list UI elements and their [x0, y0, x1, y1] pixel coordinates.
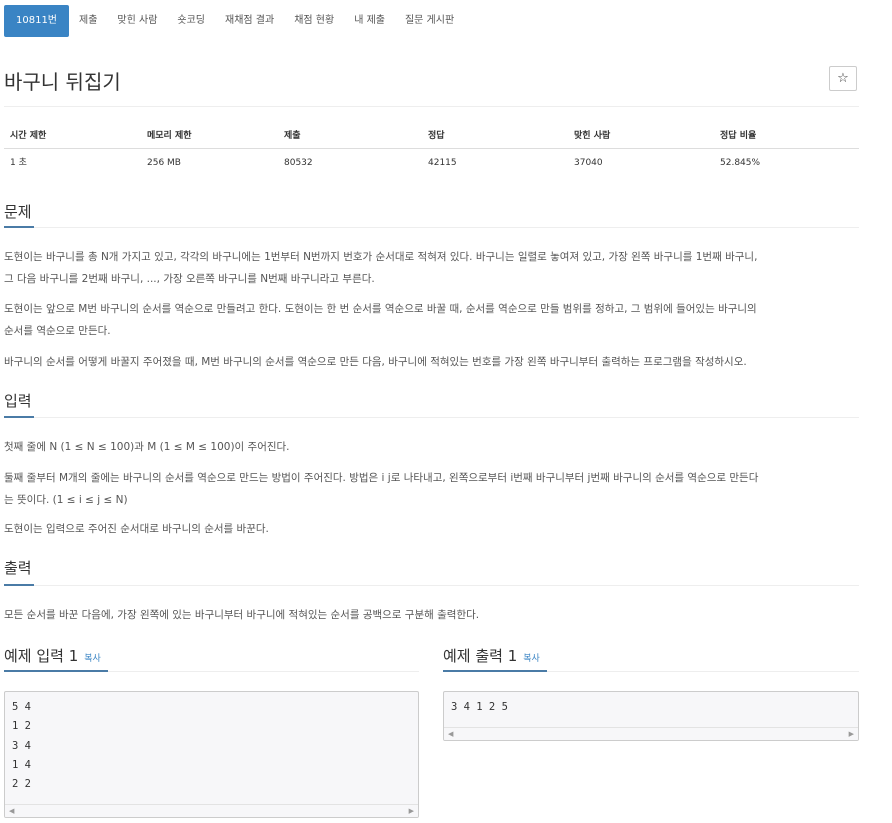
header-submissions: 제출	[284, 131, 301, 141]
header-memory-limit: 메모리 제한	[147, 131, 192, 141]
text-line: 도현이는 바구니를 총 N개 가지고 있고, 각각의 바구니에는 1번부터 N번…	[4, 251, 758, 263]
sample-input-code: 5 4 1 2 3 4 1 4 2 2	[5, 692, 418, 794]
sample-input-header: 예제 입력 1 복사	[4, 645, 101, 666]
header-time-limit: 시간 제한	[10, 131, 47, 141]
tab-question-board[interactable]: 질문 게시판	[395, 5, 464, 37]
problem-nav: 10811번 제출 맞힌 사람 숏코딩 재채점 결과 채점 현황 내 제출 질문…	[4, 5, 464, 37]
title-divider	[4, 106, 859, 107]
problem-info-table: 시간 제한 메모리 제한 제출 정답 맞힌 사람 정답 비율 1 초 256 M…	[4, 124, 859, 175]
code-line: 1 2	[12, 720, 31, 733]
header-accept-rate: 정답 비율	[720, 131, 757, 141]
value-submissions: 80532	[284, 158, 313, 168]
text-line: 그 다음 바구니를 2번째 바구니, ..., 가장 오른쪽 바구니를 N번째 …	[4, 273, 375, 285]
page-title: 바구니 뒤집기	[4, 70, 121, 94]
scroll-left-icon[interactable]: ◀	[448, 729, 453, 739]
tab-solved-users[interactable]: 맞힌 사람	[107, 5, 167, 37]
horizontal-scrollbar[interactable]: ◀ ▶	[5, 804, 418, 817]
info-header-row: 시간 제한 메모리 제한 제출 정답 맞힌 사람 정답 비율	[4, 124, 859, 149]
input-paragraph: 도현이는 입력으로 주어진 순서대로 바구니의 순서를 바꾼다.	[4, 518, 854, 540]
description-paragraph: 도현이는 앞으로 M번 바구니의 순서를 역순으로 만들려고 한다. 도현이는 …	[4, 298, 854, 342]
text-line: 는 뜻이다. (1 ≤ i ≤ j ≤ N)	[4, 494, 128, 506]
section-underline	[4, 670, 108, 672]
info-value-row: 1 초 256 MB 80532 42115 37040 52.845%	[4, 151, 859, 175]
tab-judge-status[interactable]: 채점 현황	[284, 5, 344, 37]
section-divider	[4, 417, 859, 418]
value-solved-users: 37040	[574, 158, 603, 168]
sample-output-box[interactable]: 3 4 1 2 5 ◀ ▶	[443, 691, 859, 741]
section-underline	[4, 416, 34, 418]
tab-my-submissions[interactable]: 내 제출	[344, 5, 395, 37]
section-underline	[443, 670, 547, 672]
copy-sample-output-button[interactable]: 복사	[523, 654, 540, 664]
copy-sample-input-button[interactable]: 복사	[84, 654, 101, 664]
sample-input-title: 예제 입력 1	[4, 647, 79, 665]
section-divider	[4, 585, 859, 586]
sample-output-title: 예제 출력 1	[443, 647, 518, 665]
scroll-left-icon[interactable]: ◀	[9, 806, 14, 816]
text-line: 첫째 줄에 N (1 ≤ N ≤ 100)과 M (1 ≤ M ≤ 100)이 …	[4, 441, 290, 453]
value-accept-rate: 52.845%	[720, 158, 761, 168]
sample-input-box[interactable]: 5 4 1 2 3 4 1 4 2 2 ◀ ▶	[4, 691, 419, 818]
text-line: 순서를 역순으로 만든다.	[4, 325, 111, 337]
section-underline	[4, 584, 34, 586]
text-line: 모든 순서를 바꾼 다음에, 가장 왼쪽에 있는 바구니부터 바구니에 적혀있는…	[4, 609, 480, 621]
text-line: 도현이는 앞으로 M번 바구니의 순서를 역순으로 만들려고 한다. 도현이는 …	[4, 303, 757, 315]
sample-output-header: 예제 출력 1 복사	[443, 645, 540, 666]
star-icon: ☆	[837, 71, 849, 86]
input-paragraph: 둘째 줄부터 M개의 줄에는 바구니의 순서를 역순으로 만드는 방법이 주어진…	[4, 467, 854, 511]
code-line: 2 2	[12, 778, 31, 791]
section-divider	[4, 227, 859, 228]
description-paragraph: 바구니의 순서를 어떻게 바꿀지 주어졌을 때, M번 바구니의 순서를 역순으…	[4, 351, 854, 373]
code-line: 3 4 1 2 5	[451, 701, 508, 713]
tab-problem-number[interactable]: 10811번	[4, 5, 70, 37]
code-line: 5 4	[12, 701, 31, 713]
section-underline	[4, 226, 34, 228]
value-time-limit: 1 초	[10, 158, 27, 168]
output-paragraph: 모든 순서를 바꾼 다음에, 가장 왼쪽에 있는 바구니부터 바구니에 적혀있는…	[4, 604, 854, 626]
text-line: 도현이는 입력으로 주어진 순서대로 바구니의 순서를 바꾼다.	[4, 523, 269, 535]
favorite-button[interactable]: ☆	[829, 66, 857, 91]
value-accepted: 42115	[428, 158, 457, 168]
section-title-description: 문제	[4, 203, 32, 221]
scroll-right-icon[interactable]: ▶	[409, 806, 414, 816]
scroll-right-icon[interactable]: ▶	[849, 729, 854, 739]
text-line: 바구니의 순서를 어떻게 바꿀지 주어졌을 때, M번 바구니의 순서를 역순으…	[4, 356, 747, 368]
tab-submit[interactable]: 제출	[69, 5, 107, 37]
sample-output-code: 3 4 1 2 5	[444, 692, 858, 717]
input-paragraph: 첫째 줄에 N (1 ≤ N ≤ 100)과 M (1 ≤ M ≤ 100)이 …	[4, 436, 854, 458]
horizontal-scrollbar[interactable]: ◀ ▶	[444, 727, 858, 740]
tab-rejudge-results[interactable]: 재채점 결과	[215, 5, 284, 37]
tab-short-coding[interactable]: 숏코딩	[167, 5, 215, 37]
section-title-input: 입력	[4, 392, 32, 410]
text-line: 둘째 줄부터 M개의 줄에는 바구니의 순서를 역순으로 만드는 방법이 주어진…	[4, 472, 759, 484]
header-solved-users: 맞힌 사람	[574, 131, 611, 141]
code-line: 1 4	[12, 758, 31, 771]
code-line: 3 4	[12, 739, 31, 752]
section-title-output: 출력	[4, 559, 32, 577]
value-memory-limit: 256 MB	[147, 158, 181, 168]
description-paragraph: 도현이는 바구니를 총 N개 가지고 있고, 각각의 바구니에는 1번부터 N번…	[4, 246, 854, 290]
header-accepted: 정답	[428, 131, 445, 141]
